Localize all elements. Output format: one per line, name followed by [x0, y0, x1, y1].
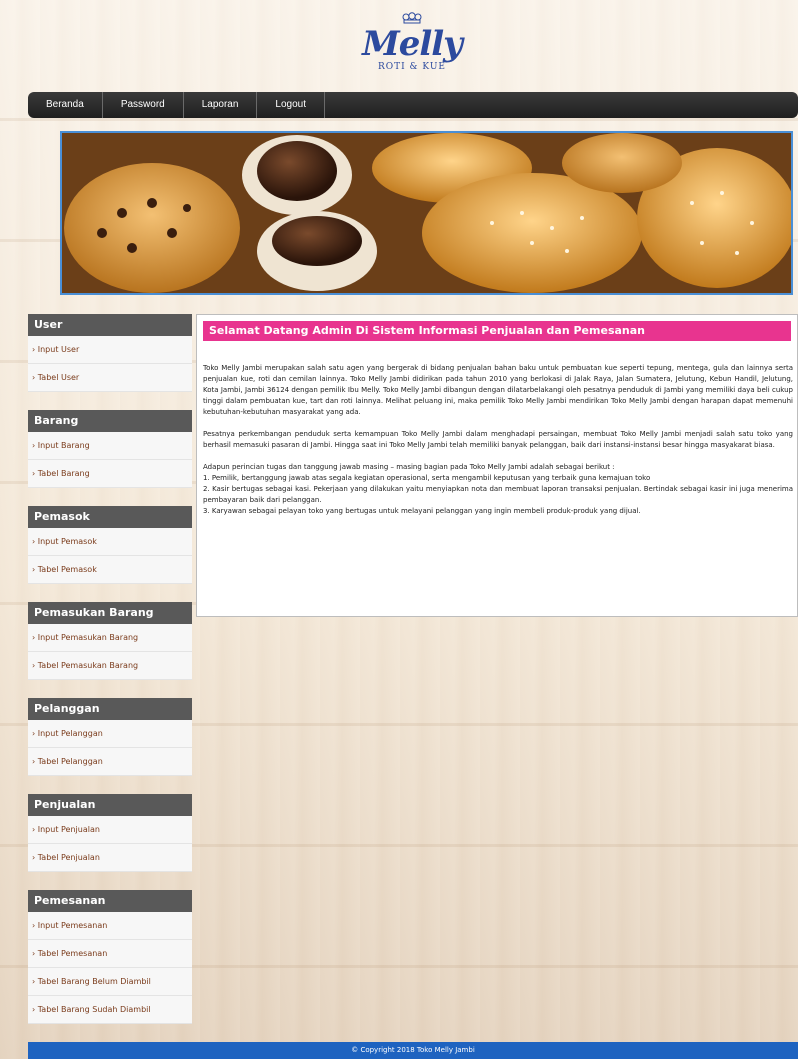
nav-beranda[interactable]: Beranda — [28, 92, 103, 118]
section-title: User — [28, 314, 192, 336]
section-title: Pemesanan — [28, 890, 192, 912]
section-title: Pemasukan Barang — [28, 602, 192, 624]
sidebar-section-pelanggan: Pelanggan › Input Pelanggan › Tabel Pela… — [28, 698, 192, 776]
section-title: Pemasok — [28, 506, 192, 528]
paragraph: Toko Melly Jambi merupakan salah satu ag… — [203, 364, 793, 416]
content-body: Toko Melly Jambi merupakan salah satu ag… — [203, 363, 793, 517]
sidebar-item-tabel-user[interactable]: › Tabel User — [28, 364, 192, 392]
sidebar-item-input-pelanggan[interactable]: › Input Pelanggan — [28, 720, 192, 748]
sidebar-section-pemesanan: Pemesanan › Input Pemesanan › Tabel Peme… — [28, 890, 192, 1024]
main-content: Selamat Datang Admin Di Sistem Informasi… — [196, 314, 798, 617]
sidebar-item-input-user[interactable]: › Input User — [28, 336, 192, 364]
sidebar: User › Input User › Tabel User Barang › … — [28, 314, 192, 1024]
sidebar-section-user: User › Input User › Tabel User — [28, 314, 192, 392]
sidebar-item-input-barang[interactable]: › Input Barang — [28, 432, 192, 460]
sidebar-item-tabel-pemasukan-barang[interactable]: › Tabel Pemasukan Barang — [28, 652, 192, 680]
nav-password[interactable]: Password — [103, 92, 184, 118]
sidebar-section-barang: Barang › Input Barang › Tabel Barang — [28, 410, 192, 488]
section-title: Barang — [28, 410, 192, 432]
logo-tagline: ROTI & KUE — [377, 62, 446, 72]
sidebar-section-pemasukan-barang: Pemasukan Barang › Input Pemasukan Baran… — [28, 602, 192, 680]
sidebar-item-tabel-barang[interactable]: › Tabel Barang — [28, 460, 192, 488]
paragraph: Pesatnya perkembangan penduduk serta kem… — [203, 430, 793, 449]
logo[interactable]: Melly ROTI & KUE — [352, 12, 472, 84]
pastry-illustration — [62, 133, 791, 293]
sidebar-item-input-pemasukan-barang[interactable]: › Input Pemasukan Barang — [28, 624, 192, 652]
sidebar-item-input-penjualan[interactable]: › Input Penjualan — [28, 816, 192, 844]
list-item: 3. Karyawan sebagai pelayan toko yang be… — [203, 507, 641, 515]
logo-wordmark: Melly — [362, 24, 463, 64]
page-title: Selamat Datang Admin Di Sistem Informasi… — [203, 321, 791, 341]
sidebar-section-pemasok: Pemasok › Input Pemasok › Tabel Pemasok — [28, 506, 192, 584]
section-title: Penjualan — [28, 794, 192, 816]
sidebar-item-tabel-pemesanan[interactable]: › Tabel Pemesanan — [28, 940, 192, 968]
sidebar-item-tabel-barang-sudah-diambil[interactable]: › Tabel Barang Sudah Diambil — [28, 996, 192, 1024]
paragraph: Adapun perincian tugas dan tanggung jawa… — [203, 463, 615, 471]
sidebar-section-penjualan: Penjualan › Input Penjualan › Tabel Penj… — [28, 794, 192, 872]
sidebar-item-tabel-barang-belum-diambil[interactable]: › Tabel Barang Belum Diambil — [28, 968, 192, 996]
sidebar-item-tabel-pemasok[interactable]: › Tabel Pemasok — [28, 556, 192, 584]
list-item: 1. Pemilik, bertanggung jawab atas segal… — [203, 474, 651, 482]
section-title: Pelanggan — [28, 698, 192, 720]
page: Melly ROTI & KUE Beranda Password Lapora… — [28, 0, 798, 1059]
sidebar-item-input-pemesanan[interactable]: › Input Pemesanan — [28, 912, 192, 940]
crown-icon — [402, 12, 422, 24]
sidebar-item-input-pemasok[interactable]: › Input Pemasok — [28, 528, 192, 556]
nav-laporan[interactable]: Laporan — [184, 92, 258, 118]
top-nav: Beranda Password Laporan Logout — [28, 92, 798, 118]
nav-logout[interactable]: Logout — [257, 92, 326, 118]
hero-banner-image — [60, 131, 793, 295]
list-item: 2. Kasir bertugas sebagai kasi. Pekerjaa… — [203, 485, 793, 504]
sidebar-item-tabel-pelanggan[interactable]: › Tabel Pelanggan — [28, 748, 192, 776]
footer-copyright: © Copyright 2018 Toko Melly Jambi — [28, 1042, 798, 1059]
sidebar-item-tabel-penjualan[interactable]: › Tabel Penjualan — [28, 844, 192, 872]
